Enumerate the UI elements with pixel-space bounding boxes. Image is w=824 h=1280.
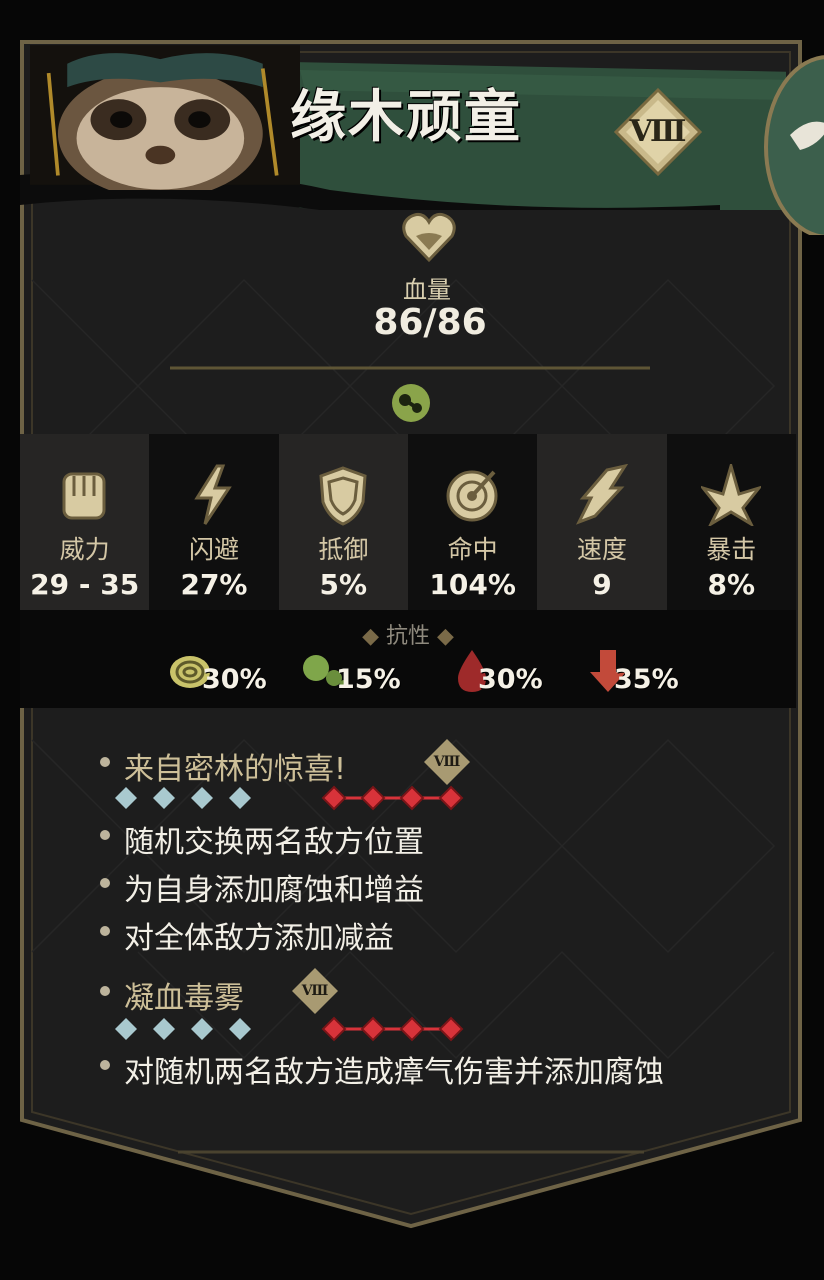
resist-value: 30% bbox=[202, 664, 267, 695]
resistances-title-text: 抗性 bbox=[385, 624, 430, 649]
stat-power: 威力 29 - 35 bbox=[20, 434, 150, 610]
stat-name: 抵御 bbox=[318, 535, 369, 564]
resistances-title: ◆ 抗性 ◆ bbox=[20, 618, 796, 650]
skill-name: 凝血毒雾 bbox=[124, 981, 244, 1016]
faction-shield-icon bbox=[764, 55, 824, 235]
skill-level: Ⅷ bbox=[433, 754, 461, 770]
resist-value: 30% bbox=[478, 664, 543, 695]
stat-speed: 速度 9 bbox=[537, 434, 667, 610]
skill-effect: 对全体敌方添加减益 bbox=[124, 921, 394, 956]
stats-panel: 威力 29 - 35 闪避 27% 抵御 5% 命中 104% 速度 9 暴击 … bbox=[20, 434, 796, 610]
resist-value: 35% bbox=[614, 664, 679, 695]
class-sigil-icon bbox=[392, 384, 430, 422]
fist-icon bbox=[62, 472, 106, 520]
ally-position-pips bbox=[115, 1018, 251, 1040]
character-name: 缘木顽童 bbox=[290, 85, 522, 150]
bullet bbox=[100, 926, 110, 936]
bullet bbox=[100, 830, 110, 840]
stat-value: 27% bbox=[180, 568, 248, 601]
character-portrait bbox=[30, 45, 300, 190]
ally-position-pips bbox=[115, 787, 251, 809]
skill-positions bbox=[115, 1016, 464, 1042]
stat-crit: 暴击 8% bbox=[666, 434, 796, 610]
stat-value: 104% bbox=[429, 568, 516, 601]
heart-icon bbox=[402, 212, 456, 263]
divider bbox=[170, 366, 650, 370]
ornament-diamond-icon: ◆ bbox=[430, 624, 454, 649]
resist-debuff: 35% bbox=[588, 648, 698, 700]
bullet bbox=[100, 986, 110, 996]
stat-name: 速度 bbox=[576, 535, 627, 564]
stat-name: 闪避 bbox=[188, 535, 239, 564]
rank-label: Ⅷ bbox=[629, 114, 687, 149]
stat-value: 8% bbox=[707, 568, 756, 601]
resist-bleed: 30% bbox=[452, 648, 562, 700]
resist-blight: 15% bbox=[302, 648, 412, 700]
resist-stun: 30% bbox=[168, 648, 278, 700]
stat-name: 命中 bbox=[447, 535, 498, 564]
bullet bbox=[100, 878, 110, 888]
shield-icon bbox=[319, 466, 367, 526]
stat-name: 威力 bbox=[59, 535, 110, 564]
stat-defense: 抵御 5% bbox=[278, 434, 408, 610]
stat-value: 9 bbox=[592, 568, 612, 601]
wing-speed-icon bbox=[576, 464, 629, 525]
bullet bbox=[100, 1060, 110, 1070]
skill-name: 来自密林的惊喜! bbox=[124, 752, 347, 787]
rank-badge: Ⅷ bbox=[612, 86, 704, 178]
health-label: 血量 bbox=[403, 276, 451, 304]
stat-name: 暴击 bbox=[706, 535, 757, 564]
skill-level-badge: Ⅷ bbox=[290, 966, 340, 1016]
skill-effect: 为自身添加腐蚀和增益 bbox=[124, 873, 424, 908]
skill-level: Ⅷ bbox=[301, 983, 329, 999]
target-icon bbox=[446, 470, 498, 522]
resist-value: 15% bbox=[336, 664, 401, 695]
skill-level-badge: Ⅷ bbox=[422, 737, 472, 787]
lightning-icon bbox=[194, 464, 233, 525]
stat-value: 5% bbox=[319, 568, 368, 601]
bullet bbox=[100, 757, 110, 767]
health-value: 86/86 bbox=[373, 302, 487, 343]
skill-positions bbox=[115, 785, 464, 811]
skill-effect: 随机交换两名敌方位置 bbox=[124, 825, 424, 860]
ornament-diamond-icon: ◆ bbox=[362, 624, 386, 649]
stat-dodge: 闪避 27% bbox=[149, 434, 279, 610]
skill-effect: 对随机两名敌方造成瘴气伤害并添加腐蚀 bbox=[124, 1055, 664, 1090]
resistances-panel: ◆ 抗性 ◆ 30% 15% 30% 35% bbox=[20, 610, 796, 708]
crit-burst-icon bbox=[700, 464, 761, 526]
stat-value: 29 - 35 bbox=[30, 568, 140, 601]
stat-accuracy: 命中 104% bbox=[407, 434, 538, 610]
